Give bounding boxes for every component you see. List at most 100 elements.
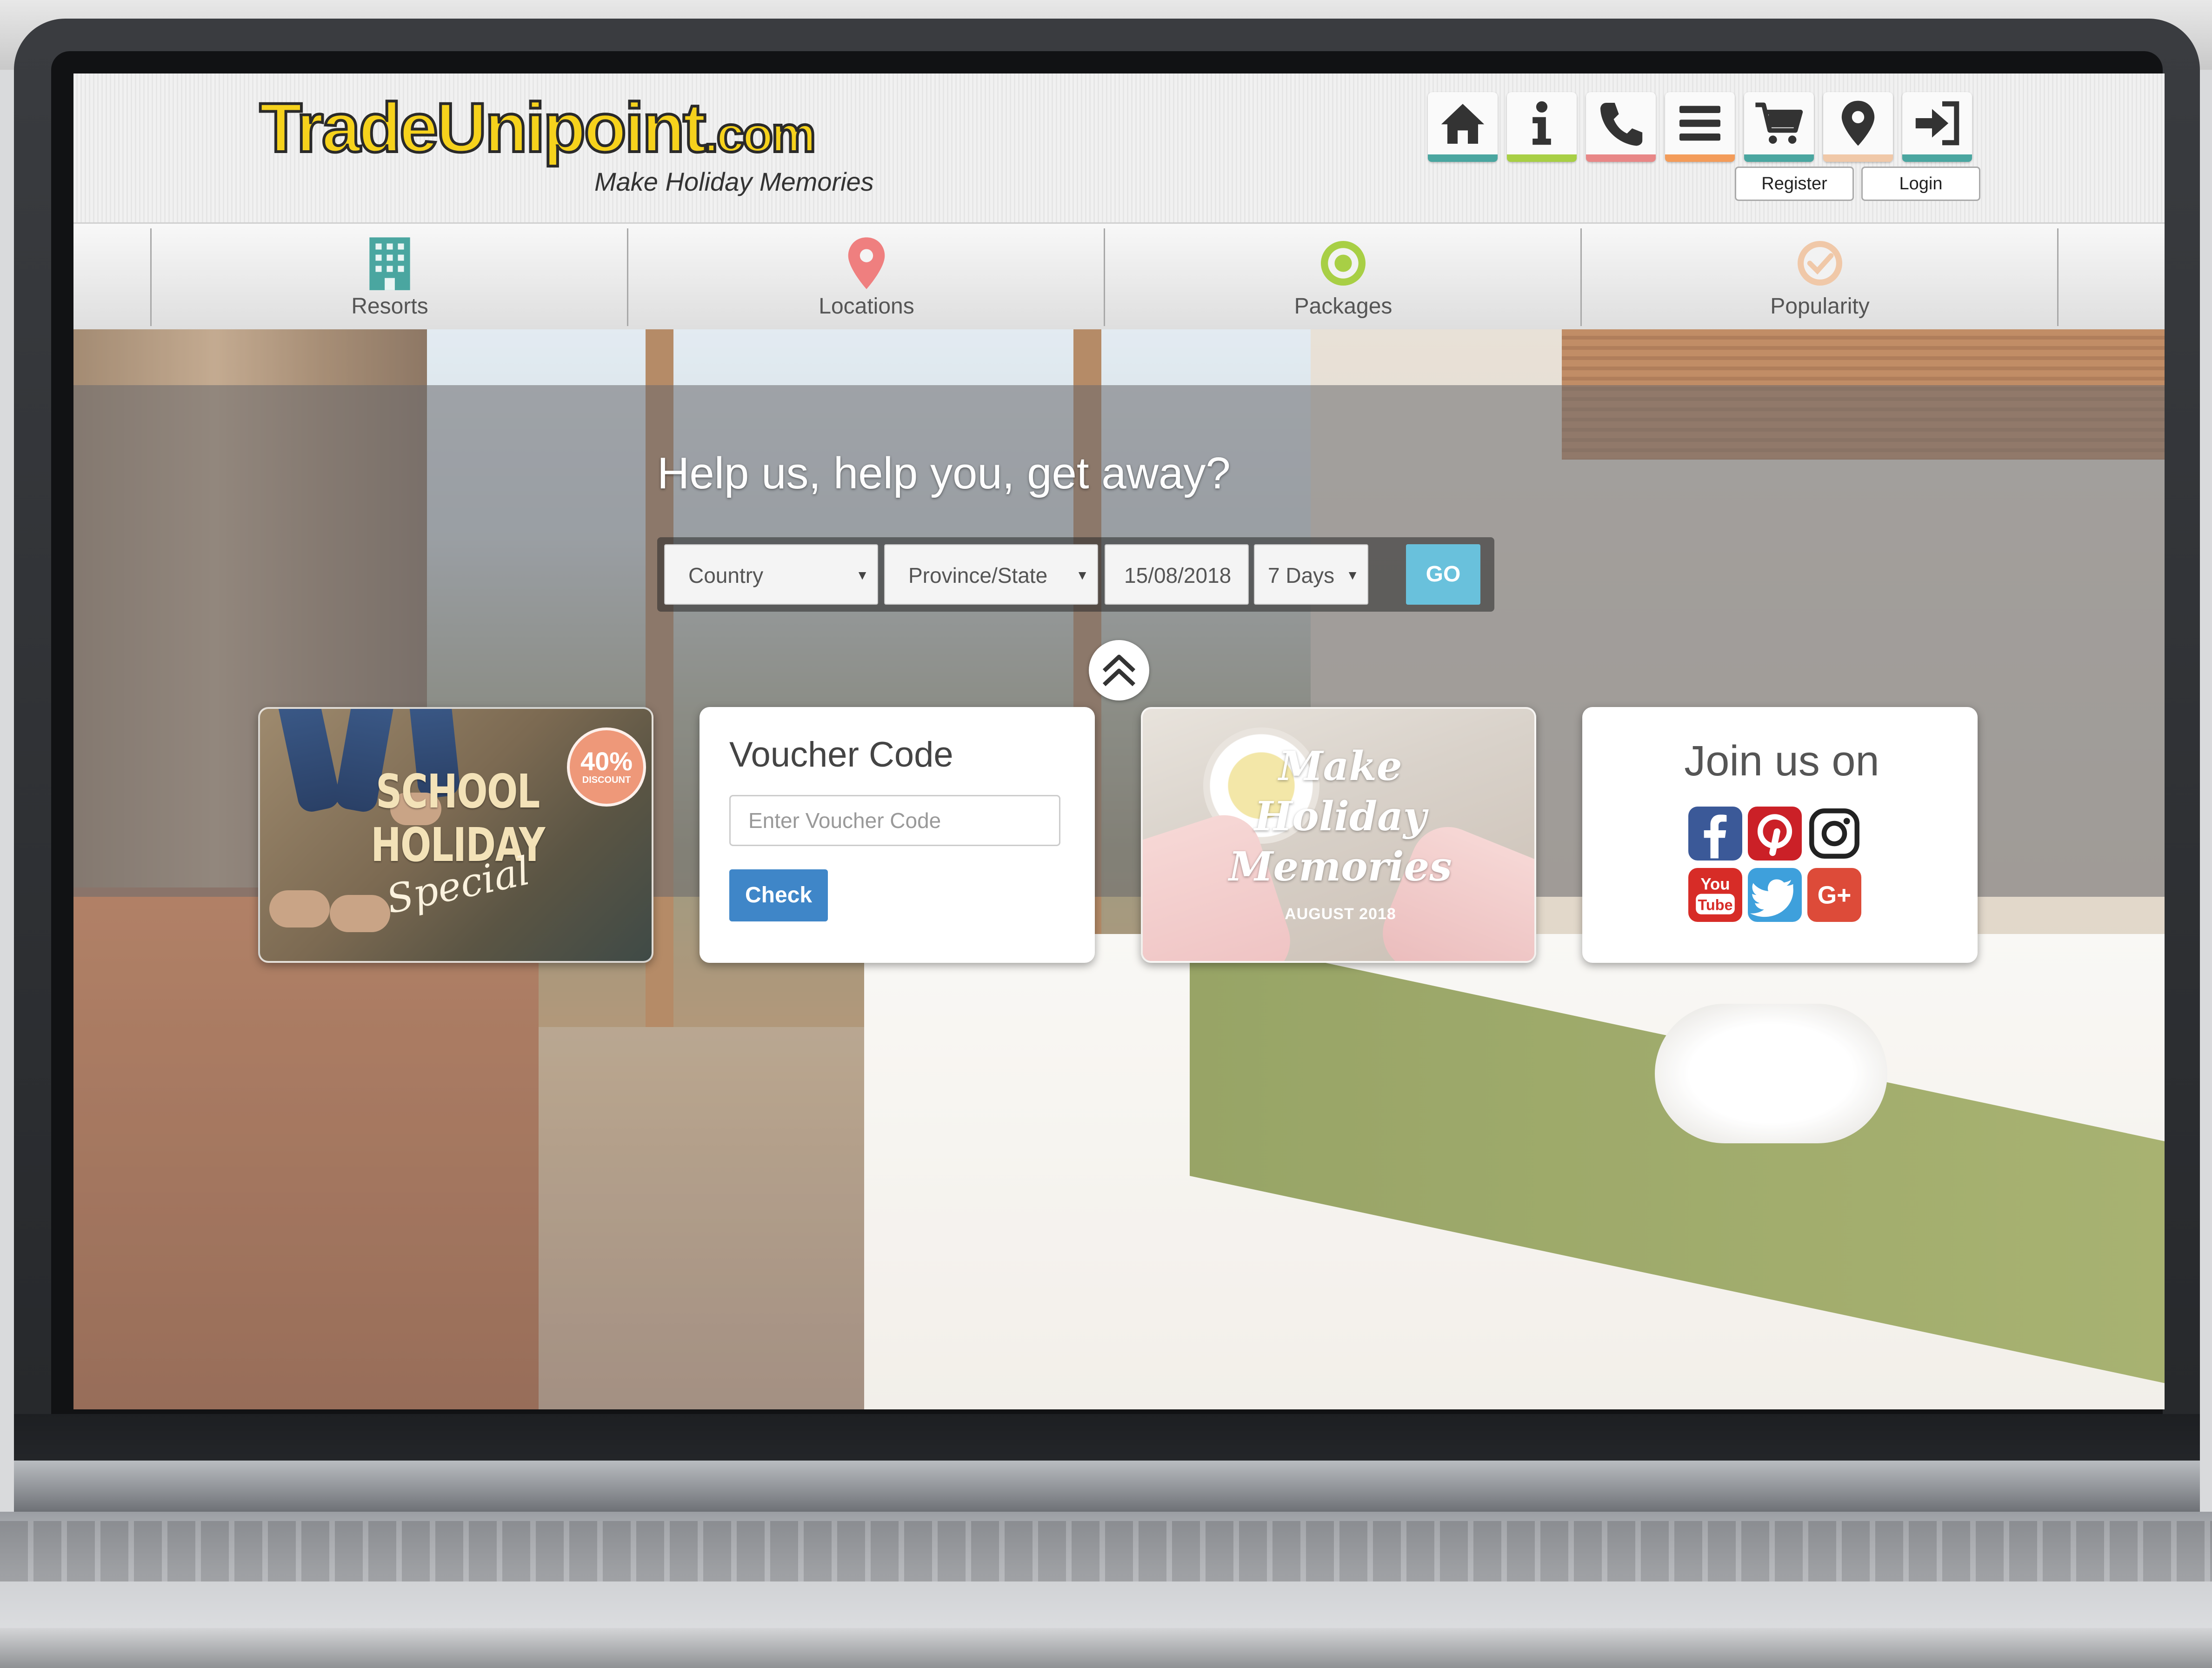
location-pin-icon [1841, 100, 1875, 146]
facebook-icon [1704, 814, 1727, 859]
youtube-icon-text: You [1700, 875, 1730, 893]
nav-item-label: Packages [1294, 294, 1392, 319]
nav-divider [1104, 228, 1105, 326]
register-button[interactable]: Register [1735, 167, 1854, 201]
sign-in-button[interactable] [1902, 92, 1972, 162]
voucher-title: Voucher Code [729, 735, 953, 774]
voucher-check-button[interactable]: Check [729, 869, 828, 921]
go-button[interactable]: GO [1406, 544, 1480, 605]
google-plus-icon: G+ [1818, 882, 1852, 909]
country-select[interactable]: Country ▼ [664, 544, 878, 605]
site-header: TradeUnipoint.com Make Holiday Memories [73, 73, 2165, 222]
pinterest-link[interactable] [1748, 807, 1802, 861]
nav-divider [1580, 228, 1582, 326]
logo-suffix: .com [703, 105, 817, 164]
social-title: Join us on [1684, 737, 1879, 785]
date-input[interactable]: 15/08/2018 [1105, 544, 1249, 605]
nav-item-packages[interactable]: Packages [1106, 228, 1580, 326]
logo-text: TradeUnipoint [258, 87, 707, 168]
voucher-card: Voucher Code Enter Voucher Code Check [700, 707, 1095, 963]
laptop-hinge [14, 1461, 2200, 1512]
category-nav: Resorts Locations Packages Popularity [73, 222, 2165, 331]
sign-in-button-accent [1902, 154, 1972, 162]
promo-image-detail [330, 895, 390, 932]
cart-icon [1755, 102, 1803, 144]
menu-icon [1679, 106, 1720, 141]
instagram-icon [1809, 808, 1859, 859]
discount-badge: 40% DISCOUNT [567, 727, 646, 807]
login-button[interactable]: Login [1861, 167, 1980, 201]
youtube-link[interactable]: You Tube [1688, 868, 1742, 922]
info-icon [1532, 101, 1551, 145]
contact-button-accent [1586, 154, 1656, 162]
site-logo[interactable]: TradeUnipoint.com [258, 87, 817, 168]
home-button-accent [1428, 154, 1498, 162]
promo-line: Make [1279, 743, 1402, 790]
promo-headline: Make Holiday Memories [1143, 741, 1534, 892]
google-plus-icon-text: G+ [1818, 882, 1852, 909]
social-card: Join us on You Tube G+ [1582, 707, 1978, 963]
instagram-link[interactable] [1807, 807, 1861, 861]
province-select[interactable]: Province/State ▼ [884, 544, 1098, 605]
school-holiday-promo[interactable]: SCHOOL HOLIDAY Special 40% DISCOUNT [258, 707, 653, 963]
pinterest-icon [1757, 814, 1792, 856]
province-select-value: Province/State [908, 563, 1048, 587]
google-plus-link[interactable]: G+ [1807, 868, 1861, 922]
double-chevron-up-icon [1102, 654, 1136, 687]
check-circle-icon [1798, 241, 1842, 286]
contact-button[interactable] [1586, 92, 1656, 162]
facebook-link[interactable] [1688, 807, 1742, 861]
chevron-down-icon: ▼ [1346, 568, 1359, 582]
chevron-down-icon: ▼ [1076, 568, 1089, 582]
promo-line: SCHOOL [376, 764, 540, 819]
promo-headline: SCHOOL HOLIDAY [304, 765, 612, 872]
nav-divider [627, 228, 628, 326]
chevron-down-icon: ▼ [856, 568, 869, 582]
info-button[interactable] [1507, 92, 1577, 162]
voucher-code-input[interactable]: Enter Voucher Code [729, 795, 1060, 846]
nav-item-label: Popularity [1770, 294, 1870, 319]
promo-line: Holiday [1254, 793, 1426, 840]
promo-line: Memories [1229, 843, 1452, 890]
youtube-icon: You Tube [1696, 875, 1735, 914]
holiday-memories-promo[interactable]: Make Holiday Memories AUGUST 2018 [1141, 707, 1536, 963]
menu-button[interactable] [1665, 92, 1735, 162]
browser-viewport: TradeUnipoint.com Make Holiday Memories [73, 73, 2165, 1409]
location-button-accent [1823, 154, 1893, 162]
laptop-keys [0, 1521, 2212, 1581]
cart-button[interactable] [1744, 92, 1814, 162]
twitter-icon [1750, 879, 1793, 917]
location-pin-icon [848, 237, 885, 289]
hero-section: Help us, help you, get away? Country ▼ P… [73, 329, 2165, 1409]
country-select-value: Country [688, 563, 764, 587]
nav-item-resorts[interactable]: Resorts [153, 228, 627, 326]
location-button[interactable] [1823, 92, 1893, 162]
phone-icon [1600, 103, 1643, 146]
info-button-accent [1507, 154, 1577, 162]
search-bar: Country ▼ Province/State ▼ 15/08/2018 7 … [657, 537, 1494, 612]
nav-divider [150, 228, 152, 326]
nav-divider [2057, 228, 2059, 326]
days-select-value: 7 Days [1268, 563, 1335, 587]
sign-in-icon [1915, 101, 1959, 146]
building-icon [369, 237, 410, 290]
home-button[interactable] [1428, 92, 1498, 162]
discount-badge-label: DISCOUNT [582, 775, 631, 785]
twitter-link[interactable] [1748, 868, 1802, 922]
laptop-deck-edge [0, 1628, 2212, 1668]
discount-badge-value: 40% [580, 747, 633, 776]
days-select[interactable]: 7 Days ▼ [1254, 544, 1368, 605]
youtube-icon-text: Tube [1698, 896, 1732, 913]
nav-item-label: Resorts [351, 294, 428, 319]
collapse-button[interactable] [1089, 640, 1149, 701]
site-tagline: Make Holiday Memories [594, 167, 874, 196]
hero-title: Help us, help you, get away? [657, 448, 1231, 498]
nav-item-label: Locations [819, 294, 914, 319]
nav-item-locations[interactable]: Locations [629, 228, 1104, 326]
home-icon [1441, 104, 1485, 144]
target-icon [1321, 241, 1366, 286]
menu-button-accent [1665, 154, 1735, 162]
nav-item-popularity[interactable]: Popularity [1583, 228, 2057, 326]
cart-button-accent [1744, 154, 1814, 162]
promo-date: AUGUST 2018 [1285, 905, 1396, 923]
